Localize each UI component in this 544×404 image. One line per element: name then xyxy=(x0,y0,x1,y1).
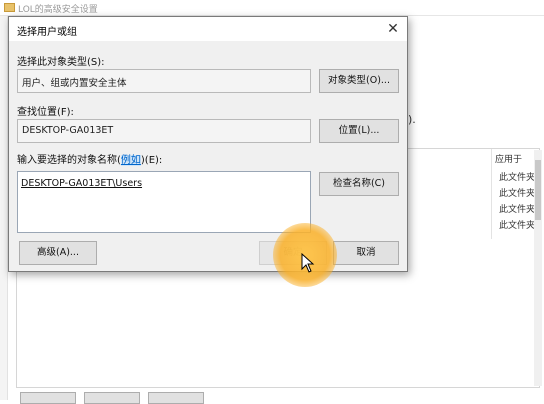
object-type-field: 用户、组或内置安全主体 xyxy=(17,69,311,93)
list-item[interactable]: 此文件夹, xyxy=(499,202,538,215)
close-icon[interactable]: ✕ xyxy=(381,19,405,39)
object-names-value: DESKTOP-GA013ET\Users xyxy=(21,178,143,189)
list-item[interactable]: 此文件夹, xyxy=(499,218,538,231)
object-names-input[interactable]: DESKTOP-GA013ET\Users xyxy=(17,171,311,233)
examples-link[interactable]: 例如 xyxy=(120,155,141,166)
list-item[interactable]: 此文件夹, xyxy=(499,170,538,183)
object-names-label: 输入要选择的对象名称(例如)(E): xyxy=(17,151,162,166)
locations-button[interactable]: 位置(L)... xyxy=(319,119,399,143)
left-strip xyxy=(0,16,8,400)
check-names-button[interactable]: 检查名称(C) xyxy=(319,172,399,196)
location-label: 查找位置(F): xyxy=(17,107,74,118)
location-field: DESKTOP-GA013ET xyxy=(17,119,311,143)
background-window-title: LOL的高级安全设置 xyxy=(18,5,98,15)
advanced-button[interactable]: 高级(A)... xyxy=(19,241,97,265)
select-users-dialog: 选择用户或组 ✕ 选择此对象类型(S): 用户、组或内置安全主体 对象类型(O)… xyxy=(8,16,408,272)
object-types-button[interactable]: 对象类型(O)... xyxy=(319,69,399,93)
bottom-button[interactable] xyxy=(20,392,76,404)
dialog-titlebar: 选择用户或组 ✕ xyxy=(9,17,407,41)
background-text-fragment: ). xyxy=(408,113,416,126)
object-names-label-suffix: )(E): xyxy=(140,155,163,166)
bottom-button[interactable] xyxy=(84,392,140,404)
cancel-button[interactable]: 取消 xyxy=(333,241,399,265)
object-names-label-prefix: 输入要选择的对象名称( xyxy=(17,155,121,166)
folder-icon xyxy=(4,3,15,12)
dialog-title: 选择用户或组 xyxy=(17,27,77,38)
background-titlebar: LOL的高级安全设置 xyxy=(0,0,544,16)
scrollbar-thumb[interactable] xyxy=(535,160,541,220)
mouse-pointer-icon xyxy=(301,253,315,273)
column-separator xyxy=(491,149,492,239)
object-type-label: 选择此对象类型(S): xyxy=(17,57,105,68)
list-item[interactable]: 此文件夹, xyxy=(499,186,538,199)
bottom-button[interactable] xyxy=(148,392,204,404)
